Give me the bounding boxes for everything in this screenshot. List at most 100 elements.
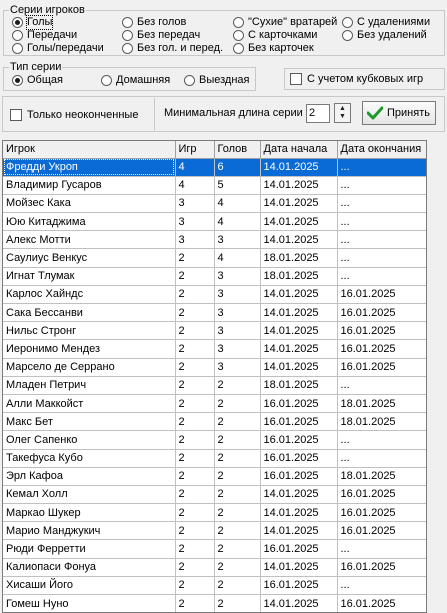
- column-header-end-date[interactable]: Дата окончания: [337, 141, 426, 159]
- column-header-player[interactable]: Игрок: [3, 141, 176, 159]
- spinner-up-icon[interactable]: ▲: [339, 105, 346, 113]
- radio-no-goals-dot[interactable]: [122, 17, 133, 28]
- column-header-goals[interactable]: Голов: [214, 141, 261, 159]
- radio-with-sendoffs-dot[interactable]: [342, 17, 353, 28]
- cell-player: Саулиус Венкус: [3, 248, 176, 268]
- cell-player: Маркао Шукер: [3, 503, 176, 523]
- radio-clean-sheets-dot[interactable]: [233, 17, 244, 28]
- table-row[interactable]: Олег Сапенко 2 2 16.01.2025...: [3, 430, 426, 450]
- radio-type-all[interactable]: Общая: [12, 74, 63, 87]
- table-row[interactable]: Макс Бет 2 2 16.01.2025 18.01.2025: [3, 412, 426, 432]
- cell-games: 2: [175, 376, 215, 395]
- cell-end-date: ...: [337, 449, 426, 468]
- cup-games-checkbox[interactable]: С учетом кубковых игр: [290, 72, 423, 85]
- series-table[interactable]: Игрок Игр Голов Дата начала Дата окончания Ф…: [2, 140, 427, 613]
- table-row[interactable]: Гомеш Нуно 2 2 14.01.2025 16.01.2025: [3, 594, 426, 612]
- cell-goals: 2: [214, 576, 261, 596]
- radio-no-sendoffs[interactable]: Без удалений: [342, 29, 427, 42]
- table-row[interactable]: Нильс Стронг 2 3 14.01.2025 16.01.2025: [3, 321, 426, 341]
- radio-no-assists-dot[interactable]: [122, 30, 133, 41]
- accept-button[interactable]: Принять: [362, 101, 436, 125]
- cell-player: Нильс Стронг: [3, 321, 176, 341]
- radio-no-cards-dot[interactable]: [233, 43, 244, 54]
- table-row[interactable]: Кемал Холл 2 2 14.01.2025 16.01.2025: [3, 485, 426, 505]
- radio-type-all-dot[interactable]: [12, 75, 23, 86]
- table-row[interactable]: Хисаши Його 2 2 16.01.2025...: [3, 576, 426, 596]
- cell-player: Игнат Тлумак: [3, 267, 176, 286]
- series-table-grid[interactable]: Игрок Игр Голов Дата начала Дата окончания Ф…: [3, 141, 426, 612]
- table-row[interactable]: Маркао Шукер 2 2 14.01.2025 16.01.2025: [3, 503, 426, 523]
- radio-type-home[interactable]: Домашняя: [101, 74, 170, 87]
- spinner-down-icon[interactable]: ▼: [339, 113, 346, 121]
- table-row[interactable]: Алекс Мотти 3 3 14.01.2025...: [3, 230, 426, 250]
- radio-no-cards[interactable]: Без карточек: [233, 42, 314, 55]
- cell-player: Алекс Мотти: [3, 230, 176, 250]
- radio-no-sendoffs-dot[interactable]: [342, 30, 353, 41]
- table-row[interactable]: Эрл Кафоа 2 2 16.01.2025 18.01.2025: [3, 467, 426, 486]
- table-row[interactable]: Рюди Ферретти 2 2 16.01.2025...: [3, 539, 426, 559]
- cell-games: 2: [175, 285, 215, 305]
- radio-with-cards[interactable]: С карточками: [233, 29, 317, 42]
- radio-type-away-label: Выездная: [199, 74, 250, 86]
- table-row[interactable]: Юю Китаджима 3 4 14.01.2025...: [3, 212, 426, 232]
- unfinished-checkbox-box[interactable]: [10, 108, 22, 121]
- cell-goals: 2: [214, 539, 261, 559]
- column-header-start-date[interactable]: Дата начала: [260, 141, 338, 159]
- table-row[interactable]: Марсело де Серрано 2 3 14.01.2025 16.01.2025: [3, 358, 426, 377]
- cell-start-date: 16.01.2025: [260, 449, 338, 468]
- radio-assists[interactable]: Передачи: [12, 29, 77, 42]
- cell-start-date: 14.01.2025: [260, 558, 338, 577]
- table-row[interactable]: Такефуса Кубо 2 2 16.01.2025...: [3, 449, 426, 468]
- table-row[interactable]: Сака Бессанви 2 3 14.01.2025 16.01.2025: [3, 303, 426, 323]
- table-row[interactable]: Фредди Укроп 4 6 14.01.2025...: [3, 158, 426, 177]
- table-row[interactable]: Игнат Тлумак 2 3 18.01.2025...: [3, 267, 426, 286]
- radio-type-away-dot[interactable]: [184, 75, 195, 86]
- cell-games: 2: [175, 412, 215, 432]
- cell-end-date: 16.01.2025: [337, 358, 426, 377]
- radio-assists-dot[interactable]: [12, 30, 23, 41]
- radio-no-goals[interactable]: Без голов: [122, 16, 186, 29]
- column-header-games[interactable]: Игр: [175, 141, 215, 159]
- table-row[interactable]: Мойзес Кака 3 4 14.01.2025...: [3, 194, 426, 214]
- cell-start-date: 16.01.2025: [260, 394, 338, 414]
- radio-with-sendoffs[interactable]: С удалениями: [342, 16, 430, 29]
- radio-no-assists[interactable]: Без передач: [122, 29, 200, 42]
- cell-start-date: 18.01.2025: [260, 376, 338, 395]
- unfinished-checkbox[interactable]: Только неоконченные: [10, 108, 138, 121]
- table-row[interactable]: Саулиус Венкус 2 4 18.01.2025...: [3, 248, 426, 268]
- cell-goals: 2: [214, 485, 261, 505]
- cell-goals: 2: [214, 394, 261, 414]
- radio-clean-sheets-label: "Сухие" вратарей: [248, 16, 338, 28]
- radio-type-away[interactable]: Выездная: [184, 74, 250, 87]
- radio-goals-assists[interactable]: Голы/передачи: [12, 42, 104, 55]
- table-row[interactable]: Иеронимо Мендез 2 3 14.01.2025 16.01.2025: [3, 339, 426, 359]
- table-row[interactable]: Младен Петрич 2 2 18.01.2025...: [3, 376, 426, 395]
- min-length-spinner[interactable]: ▲ ▼: [334, 103, 351, 123]
- radio-with-cards-dot[interactable]: [233, 30, 244, 41]
- vertical-scrollbar[interactable]: [428, 140, 447, 613]
- radio-goals-assists-dot[interactable]: [12, 43, 23, 54]
- cell-games: 2: [175, 430, 215, 450]
- radio-goals[interactable]: Голы: [12, 15, 54, 30]
- cell-games: 2: [175, 358, 215, 377]
- table-body[interactable]: Фредди Укроп 4 6 14.01.2025... Владимир Гуса…: [3, 158, 426, 612]
- cell-games: 3: [175, 230, 215, 250]
- table-row[interactable]: Владимир Гусаров 4 5 14.01.2025...: [3, 176, 426, 195]
- cell-games: 2: [175, 339, 215, 359]
- table-row[interactable]: Марио Манджукич 2 2 14.01.2025 16.01.2025: [3, 521, 426, 541]
- table-row[interactable]: Алли Маккойст 2 2 16.01.2025 18.01.2025: [3, 394, 426, 414]
- radio-type-home-dot[interactable]: [101, 75, 112, 86]
- type-group-legend: Тип серии: [10, 61, 62, 73]
- radio-no-goals-assists-dot[interactable]: [122, 43, 133, 54]
- table-row[interactable]: Калиопаси Фонуа 2 2 14.01.2025 16.01.2025: [3, 558, 426, 577]
- cell-start-date: 14.01.2025: [260, 230, 338, 250]
- cell-games: 4: [175, 176, 215, 195]
- radio-clean-sheets[interactable]: "Сухие" вратарей: [233, 16, 337, 29]
- radio-no-goals-assists[interactable]: Без гол. и перед.: [122, 42, 223, 55]
- min-length-input[interactable]: 2: [306, 104, 330, 123]
- radio-no-cards-label: Без карточек: [248, 42, 314, 54]
- radio-goals-dot[interactable]: [12, 17, 23, 28]
- cell-goals: 3: [214, 267, 261, 286]
- table-row[interactable]: Карлос Хайндс 2 3 14.01.2025 16.01.2025: [3, 285, 426, 305]
- cup-games-checkbox-box[interactable]: [290, 72, 302, 85]
